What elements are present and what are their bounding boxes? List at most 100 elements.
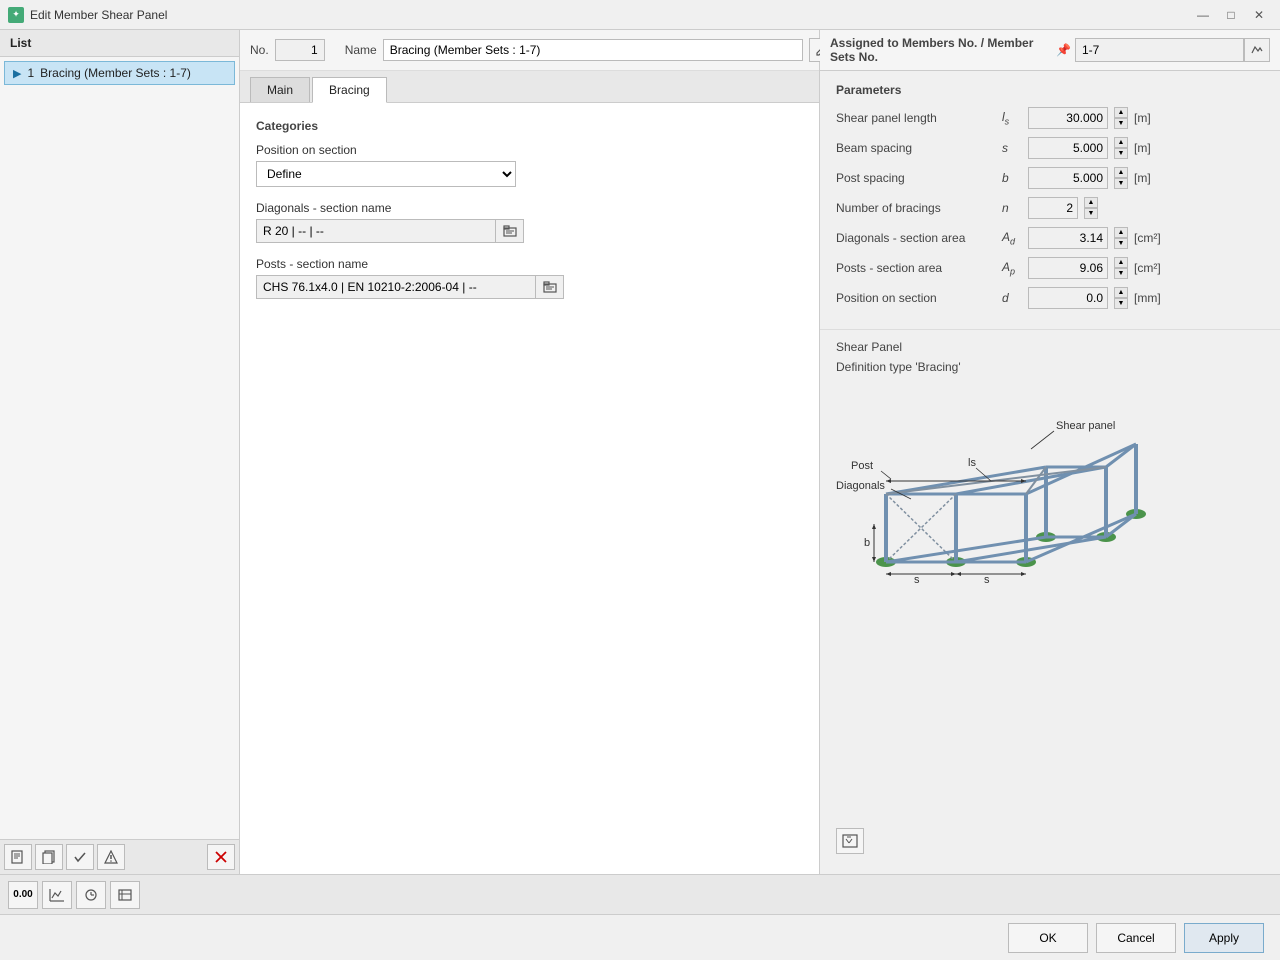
num-bracings-up[interactable]: ▲ xyxy=(1084,197,1098,208)
apply-button[interactable]: Apply xyxy=(1184,923,1264,953)
bottom-tool-4[interactable] xyxy=(110,881,140,909)
shear-length-down[interactable]: ▼ xyxy=(1114,118,1128,129)
posts-label: Posts - section name xyxy=(256,257,803,271)
assigned-input[interactable] xyxy=(1075,38,1244,62)
delete-button[interactable] xyxy=(207,844,235,870)
pos-section-up[interactable]: ▲ xyxy=(1114,287,1128,298)
post-spacing-label: Post spacing xyxy=(836,171,996,185)
pos-section-input[interactable] xyxy=(1028,287,1108,309)
pos-section-label: Position on section xyxy=(836,291,996,305)
name-input[interactable] xyxy=(383,39,803,61)
diag-area-unit: [cm²] xyxy=(1134,231,1161,245)
post-spacing-down[interactable]: ▼ xyxy=(1114,178,1128,189)
num-bracings-sym: n xyxy=(1002,201,1022,215)
diagonals-input[interactable] xyxy=(256,219,496,243)
parameters-panel: Parameters Shear panel length ls ▲ ▼ [m]… xyxy=(820,71,1280,330)
diagram-area: b s s Shear panel ls xyxy=(836,384,1264,604)
close-button[interactable]: ✕ xyxy=(1246,5,1272,25)
ok-button[interactable]: OK xyxy=(1008,923,1088,953)
cancel-button[interactable]: Cancel xyxy=(1096,923,1176,953)
footer: OK Cancel Apply xyxy=(0,914,1280,960)
shear-length-row: Shear panel length ls ▲ ▼ [m] xyxy=(836,107,1264,129)
beam-spacing-label: Beam spacing xyxy=(836,141,996,155)
diag-area-input[interactable] xyxy=(1028,227,1108,249)
name-group: Name xyxy=(345,38,835,62)
pos-section-sym: d xyxy=(1002,291,1022,305)
list-item[interactable]: ▶ 1 Bracing (Member Sets : 1-7) xyxy=(4,61,235,85)
shear-length-unit: [m] xyxy=(1134,111,1151,125)
num-bracings-down[interactable]: ▼ xyxy=(1084,208,1098,219)
beam-spacing-input[interactable] xyxy=(1028,137,1108,159)
maximize-button[interactable]: □ xyxy=(1218,5,1244,25)
posts-browse-button[interactable] xyxy=(536,275,564,299)
tab-bracing[interactable]: Bracing xyxy=(312,77,387,103)
diagonals-label: Diagonals - section name xyxy=(256,201,803,215)
diag-area-up[interactable]: ▲ xyxy=(1114,227,1128,238)
no-label: No. xyxy=(250,43,269,57)
diagram-svg: b s s Shear panel ls xyxy=(836,384,1166,584)
tab-main[interactable]: Main xyxy=(250,77,310,102)
diagram-export-button[interactable] xyxy=(836,828,864,854)
posts-area-input[interactable] xyxy=(1028,257,1108,279)
pos-section-unit: [mm] xyxy=(1134,291,1161,305)
diag-area-row: Diagonals - section area Ad ▲ ▼ [cm²] xyxy=(836,227,1264,249)
num-bracings-spinners: ▲ ▼ xyxy=(1084,197,1098,219)
assigned-action-button[interactable] xyxy=(1244,38,1270,62)
shear-length-input[interactable] xyxy=(1028,107,1108,129)
shear-length-spinners: ▲ ▼ xyxy=(1114,107,1128,129)
post-spacing-up[interactable]: ▲ xyxy=(1114,167,1128,178)
shear-length-up[interactable]: ▲ xyxy=(1114,107,1128,118)
warning-button[interactable] xyxy=(97,844,125,870)
posts-input[interactable] xyxy=(256,275,536,299)
post-spacing-spinners: ▲ ▼ xyxy=(1114,167,1128,189)
diagram-title: Shear Panel xyxy=(836,340,1264,354)
list-panel: List ▶ 1 Bracing (Member Sets : 1-7) xyxy=(0,30,240,874)
bottom-tool-1[interactable]: 0.00 xyxy=(8,881,38,909)
diag-area-down[interactable]: ▼ xyxy=(1114,238,1128,249)
post-spacing-row: Post spacing b ▲ ▼ [m] xyxy=(836,167,1264,189)
beam-spacing-spinners: ▲ ▼ xyxy=(1114,137,1128,159)
svg-text:s: s xyxy=(914,574,920,584)
post-spacing-sym: b xyxy=(1002,171,1022,185)
position-label: Position on section xyxy=(256,143,803,157)
svg-text:ls: ls xyxy=(968,457,976,469)
beam-spacing-down[interactable]: ▼ xyxy=(1114,148,1128,159)
pos-section-down[interactable]: ▼ xyxy=(1114,298,1128,309)
pos-section-row: Position on section d ▲ ▼ [mm] xyxy=(836,287,1264,309)
posts-area-up[interactable]: ▲ xyxy=(1114,257,1128,268)
title-bar-text: Edit Member Shear Panel xyxy=(30,8,167,22)
duplicate-button[interactable] xyxy=(35,844,63,870)
parameters-title: Parameters xyxy=(836,83,1264,97)
num-bracings-input[interactable] xyxy=(1028,197,1078,219)
title-bar: ✦ Edit Member Shear Panel — □ ✕ xyxy=(0,0,1280,30)
form-content: Categories Position on section Define Di… xyxy=(240,103,819,874)
bottom-tool-3[interactable] xyxy=(76,881,106,909)
diagonals-browse-button[interactable] xyxy=(496,219,524,243)
new-item-button[interactable] xyxy=(4,844,32,870)
pos-section-spinners: ▲ ▼ xyxy=(1114,287,1128,309)
position-select[interactable]: Define xyxy=(256,161,516,187)
svg-text:Shear panel: Shear panel xyxy=(1056,420,1115,432)
diag-area-spinners: ▲ ▼ xyxy=(1114,227,1128,249)
member-sets-icon: 📌 xyxy=(1056,43,1071,57)
bottom-toolbar: 0.00 xyxy=(0,874,1280,914)
bottom-tool-2[interactable] xyxy=(42,881,72,909)
no-input[interactable] xyxy=(275,39,325,61)
name-label: Name xyxy=(345,43,377,57)
svg-text:Diagonals: Diagonals xyxy=(836,480,885,492)
posts-area-down[interactable]: ▼ xyxy=(1114,268,1128,279)
posts-area-sym: Ap xyxy=(1002,260,1022,276)
list-item-label: 1 xyxy=(27,66,34,80)
post-spacing-input[interactable] xyxy=(1028,167,1108,189)
minimize-button[interactable]: — xyxy=(1190,5,1216,25)
diagram-panel: Shear Panel Definition type 'Bracing' xyxy=(820,330,1280,874)
assigned-bar: Assigned to Members No. / Member Sets No… xyxy=(820,30,1280,71)
svg-text:Post: Post xyxy=(851,460,873,472)
list-item-name: Bracing (Member Sets : 1-7) xyxy=(40,66,191,80)
check-button[interactable] xyxy=(66,844,94,870)
beam-spacing-up[interactable]: ▲ xyxy=(1114,137,1128,148)
posts-area-row: Posts - section area Ap ▲ ▼ [cm²] xyxy=(836,257,1264,279)
tab-bar: Main Bracing xyxy=(240,71,819,103)
beam-spacing-row: Beam spacing s ▲ ▼ [m] xyxy=(836,137,1264,159)
position-row: Position on section Define xyxy=(256,143,803,187)
